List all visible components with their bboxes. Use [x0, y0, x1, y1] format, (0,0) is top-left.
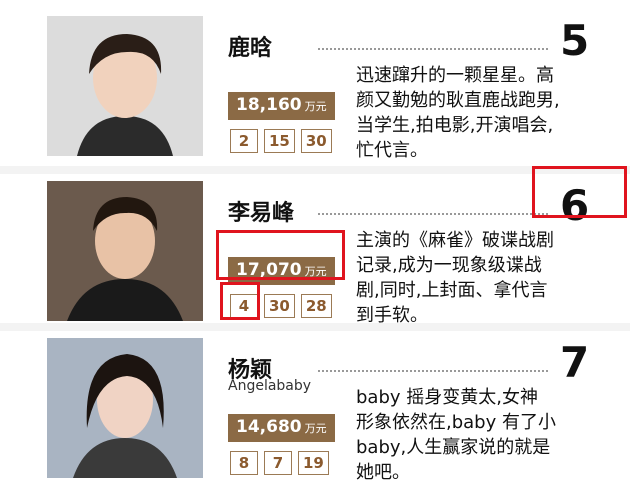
- sub-rank-box: 2: [230, 129, 258, 153]
- dotted-divider: [318, 213, 548, 215]
- income-value: 18,160: [236, 95, 302, 115]
- celebrity-english-name: Angelababy: [228, 378, 312, 394]
- dotted-divider: [318, 370, 548, 372]
- sub-rankings: 8 7 19: [230, 451, 329, 475]
- celebrity-name: 李易峰: [228, 201, 295, 226]
- sub-rank-box: 19: [298, 451, 329, 475]
- income-value: 14,680: [236, 417, 302, 437]
- sub-rankings: 2 15 30: [230, 129, 332, 153]
- sub-rank-box: 28: [300, 294, 332, 318]
- portrait-photo: [47, 181, 203, 321]
- ranking-entry-5: 鹿晗 5 18,160 万元 2 15 30 迅速蹿升的一颗星星。高 颜又勤勉的…: [0, 8, 630, 161]
- sub-rank-box: 7: [264, 451, 292, 475]
- portrait-photo: [47, 16, 203, 156]
- income-unit: 万元: [304, 422, 327, 435]
- sub-rank-box: 8: [230, 451, 258, 475]
- income-badge: 14,680 万元: [228, 414, 335, 442]
- highlight-box-subrank: [220, 282, 260, 320]
- sub-rank-box: 30: [300, 129, 332, 153]
- ranking-entry-7: 杨颖 Angelababy 7 14,680 万元 8 7 19 baby 摇身…: [0, 330, 630, 483]
- income-badge: 18,160 万元: [228, 92, 335, 120]
- celebrity-name: 鹿晗: [228, 36, 273, 61]
- rank-number: 7: [560, 338, 590, 387]
- sub-rank-box: 30: [264, 294, 295, 318]
- description-text: 迅速蹿升的一颗星星。高 颜又勤勉的耿直鹿战跑男, 当学生,拍电影,开演唱会, 忙…: [356, 65, 560, 161]
- sub-rank-box: 15: [264, 129, 295, 153]
- rank-number: 5: [560, 16, 590, 65]
- description-text: baby 摇身变黄太,女神 形象依然在,baby 有了小 baby,人生赢家说的…: [356, 387, 556, 483]
- highlight-box-rank: [532, 166, 627, 218]
- highlight-box-income: [216, 230, 345, 280]
- income-unit: 万元: [304, 100, 327, 113]
- portrait-photo: [47, 338, 203, 478]
- description-text: 主演的《麻雀》破谍战剧 记录,成为一现象级谍战 剧,同时,上封面、拿代言 到手软…: [356, 230, 554, 326]
- dotted-divider: [318, 48, 548, 50]
